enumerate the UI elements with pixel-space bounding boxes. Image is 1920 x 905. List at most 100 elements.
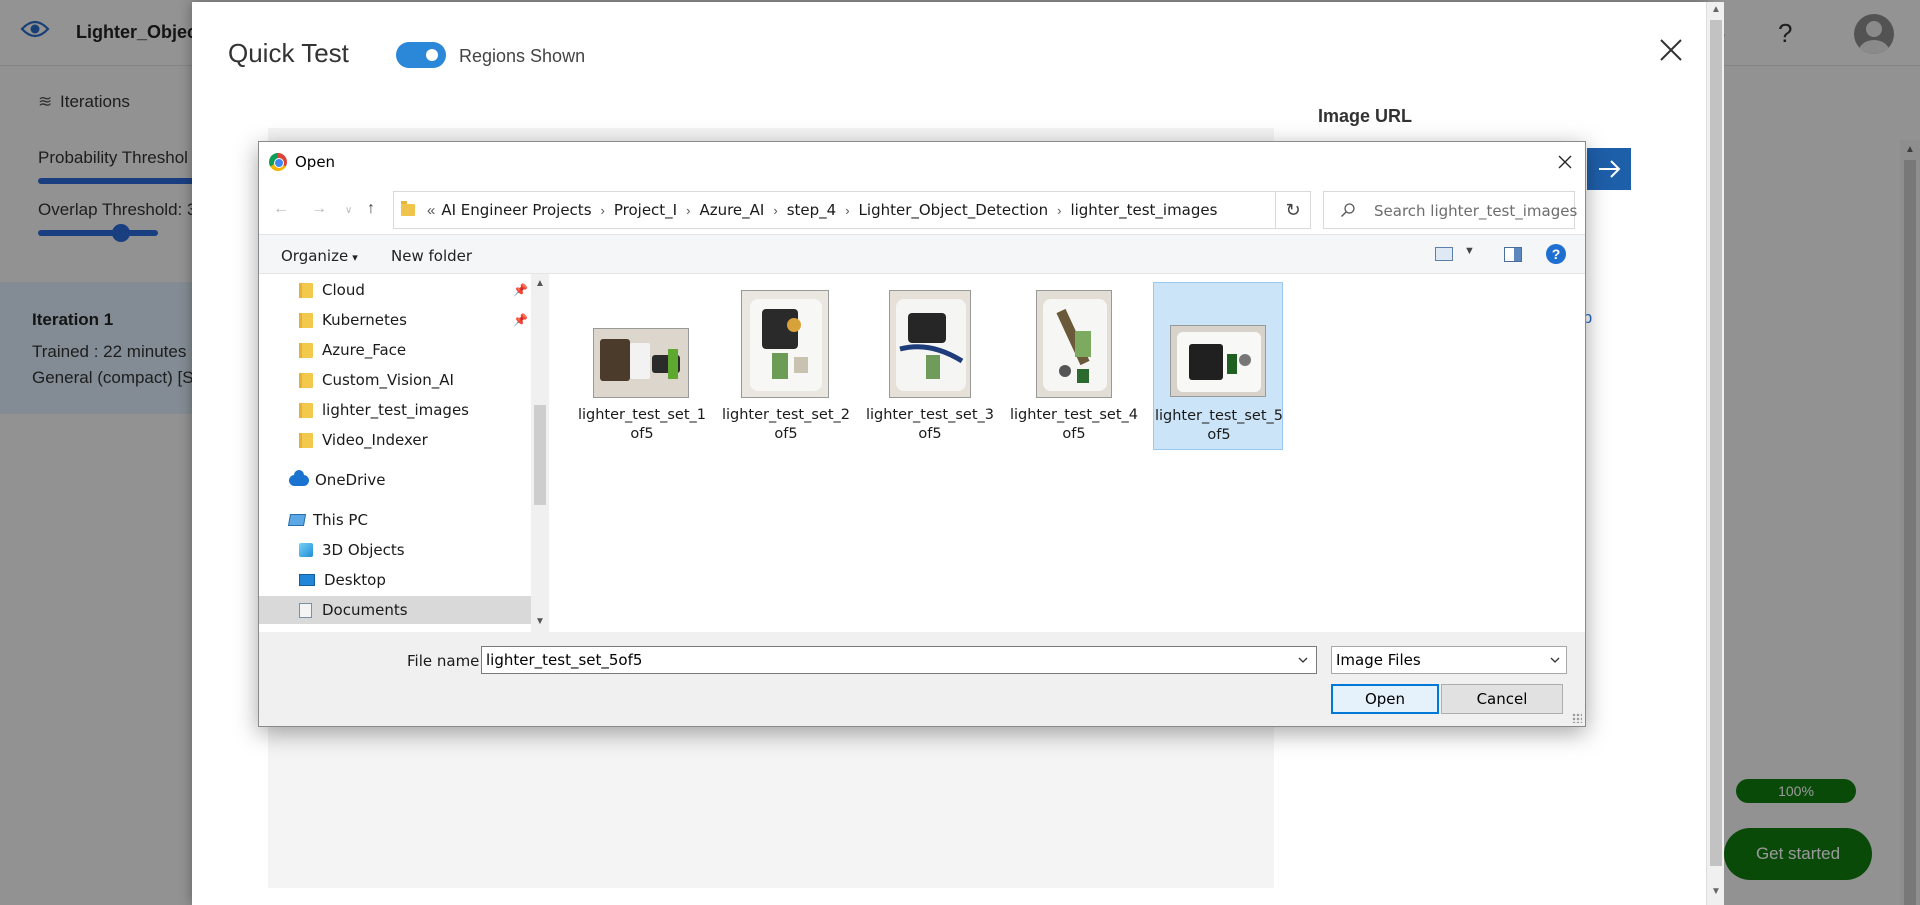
chevron-right-icon[interactable]: › (1057, 203, 1061, 218)
search-input[interactable]: Search lighter_test_images (1374, 202, 1577, 220)
pin-icon: 📌 (513, 283, 528, 297)
refresh-icon: ↻ (1285, 200, 1301, 220)
nav-item-cloud[interactable]: Cloud (299, 276, 365, 304)
back-arrow-icon[interactable]: ← (273, 200, 289, 218)
pc-icon (287, 514, 307, 526)
chevron-down-icon[interactable] (1549, 654, 1561, 666)
nav-scroll-thumb[interactable] (534, 405, 546, 505)
dialog-footer: File name: lighter_test_set_5of5 Image F… (259, 632, 1585, 726)
panel-scrollbar[interactable]: ▲ ▼ (1706, 2, 1724, 905)
file-name: lighter_test_set_1 of5 (577, 407, 706, 442)
toggle-knob (426, 49, 438, 61)
file-name-input[interactable]: lighter_test_set_5of5 (481, 646, 1317, 674)
nav-item-azure-face[interactable]: Azure_Face (299, 336, 406, 364)
folder-icon (299, 342, 313, 358)
file-type-select[interactable]: Image Files (1331, 646, 1567, 674)
file-name: lighter_test_set_5 of5 (1154, 408, 1283, 443)
folder-icon (299, 372, 313, 388)
file-name: lighter_test_set_2 of5 (721, 407, 850, 442)
open-button[interactable]: Open (1331, 684, 1439, 714)
address-bar[interactable]: « AI Engineer Projects › Project_I › Azu… (393, 191, 1309, 229)
recent-locations-chevron-icon[interactable]: ∨ (345, 205, 352, 216)
folder-icon (299, 282, 313, 298)
image-thumbnail (1036, 290, 1112, 398)
close-icon[interactable] (1657, 36, 1685, 64)
chevron-right-icon[interactable]: › (845, 203, 849, 218)
preview-pane-icon[interactable] (1504, 247, 1522, 262)
breadcrumb-item[interactable]: Project_I (614, 201, 677, 219)
breadcrumb-item[interactable]: step_4 (787, 201, 837, 219)
nav-item-lighter-test-images[interactable]: lighter_test_images (299, 396, 469, 424)
cloud-icon (289, 469, 309, 486)
cube-icon (299, 543, 313, 557)
organize-menu-button[interactable]: Organize (281, 247, 358, 265)
documents-icon (299, 602, 312, 618)
nav-item-kubernetes[interactable]: Kubernetes (299, 306, 407, 334)
image-thumbnail (889, 290, 971, 398)
breadcrumb-item[interactable]: Azure_AI (699, 201, 764, 219)
file-list: lighter_test_set_1 of5 lighter_test_set_2… (551, 274, 1585, 632)
folder-icon (299, 312, 313, 328)
dialog-nav-bar: ← → ∨ ↑ « AI Engineer Projects › Project… (259, 186, 1585, 234)
chrome-icon (269, 153, 287, 171)
submit-url-button[interactable] (1587, 148, 1631, 190)
chevron-right-icon[interactable]: › (686, 203, 690, 218)
dialog-titlebar: Open (269, 152, 335, 172)
regions-shown-label: Regions Shown (459, 46, 586, 66)
file-item[interactable]: lighter_test_set_2 of5 (721, 282, 851, 450)
file-item[interactable]: lighter_test_set_3 of5 (865, 282, 995, 450)
search-box[interactable]: Search lighter_test_images (1323, 191, 1577, 229)
scroll-up-arrow-icon[interactable]: ▲ (1711, 4, 1721, 15)
nav-item-video-indexer[interactable]: Video_Indexer (299, 426, 428, 454)
search-icon (1341, 203, 1355, 217)
nav-item-3d-objects[interactable]: 3D Objects (299, 536, 405, 564)
breadcrumb-item[interactable]: lighter_test_images (1070, 201, 1217, 219)
file-name: lighter_test_set_4 of5 (1009, 407, 1138, 442)
scroll-down-arrow-icon[interactable]: ▼ (1711, 886, 1721, 897)
help-icon[interactable]: ? (1546, 244, 1566, 264)
file-item[interactable]: lighter_test_set_4 of5 (1009, 282, 1139, 450)
chevron-down-icon[interactable] (1297, 654, 1309, 666)
open-file-dialog: Open ← → ∨ ↑ « AI Engineer Projects › Pr… (258, 141, 1586, 727)
quick-test-title: Quick Test (228, 38, 349, 68)
nav-item-onedrive[interactable]: OneDrive (289, 466, 386, 494)
breadcrumb-item[interactable]: AI Engineer Projects (441, 201, 591, 219)
new-folder-button[interactable]: New folder (391, 247, 472, 265)
resize-grip-icon[interactable] (1572, 713, 1582, 723)
arrow-right-icon (1599, 160, 1621, 178)
folder-icon (299, 432, 313, 448)
image-thumbnail (593, 328, 689, 398)
file-item[interactable]: lighter_test_set_1 of5 (577, 282, 707, 450)
dialog-toolbar: Organize New folder ▼ ? (259, 234, 1585, 274)
close-icon[interactable] (1555, 152, 1575, 172)
file-name: lighter_test_set_3 of5 (865, 407, 994, 442)
scroll-down-arrow-icon[interactable]: ▼ (535, 616, 545, 627)
chevron-right-icon[interactable]: › (773, 203, 777, 218)
chevron-right-icon[interactable]: › (601, 203, 605, 218)
nav-item-desktop[interactable]: Desktop (299, 566, 386, 594)
image-thumbnail (741, 290, 829, 398)
nav-item-custom-vision-ai[interactable]: Custom_Vision_AI (299, 366, 454, 394)
file-item-selected[interactable]: lighter_test_set_5 of5 (1153, 282, 1283, 450)
nav-item-documents[interactable]: Documents (259, 596, 531, 624)
image-url-label: Image URL (1318, 106, 1413, 126)
regions-shown-toggle[interactable] (396, 42, 446, 68)
nav-pane-scrollbar[interactable]: ▲ ▼ (531, 274, 549, 632)
nav-item-this-pc[interactable]: This PC (287, 506, 368, 534)
breadcrumb-overflow[interactable]: « (427, 202, 435, 219)
change-view-icon[interactable] (1435, 247, 1453, 261)
scroll-up-arrow-icon[interactable]: ▲ (535, 278, 545, 289)
refresh-button[interactable]: ↻ (1275, 191, 1311, 229)
pin-icon: 📌 (513, 313, 528, 327)
breadcrumb-item[interactable]: Lighter_Object_Detection (859, 201, 1049, 219)
panel-scroll-thumb[interactable] (1710, 20, 1722, 866)
view-options-dropdown-icon[interactable]: ▼ (1464, 245, 1475, 257)
navigation-pane: Cloud 📌 Kubernetes 📌 Azure_Face Custom_V… (259, 274, 535, 632)
file-name-label: File name: (407, 652, 485, 670)
folder-icon (401, 201, 415, 216)
dialog-title: Open (295, 153, 336, 171)
cancel-button[interactable]: Cancel (1441, 684, 1563, 714)
forward-arrow-icon[interactable]: → (311, 200, 327, 218)
desktop-icon (299, 574, 315, 586)
up-arrow-icon[interactable]: ↑ (367, 200, 375, 218)
